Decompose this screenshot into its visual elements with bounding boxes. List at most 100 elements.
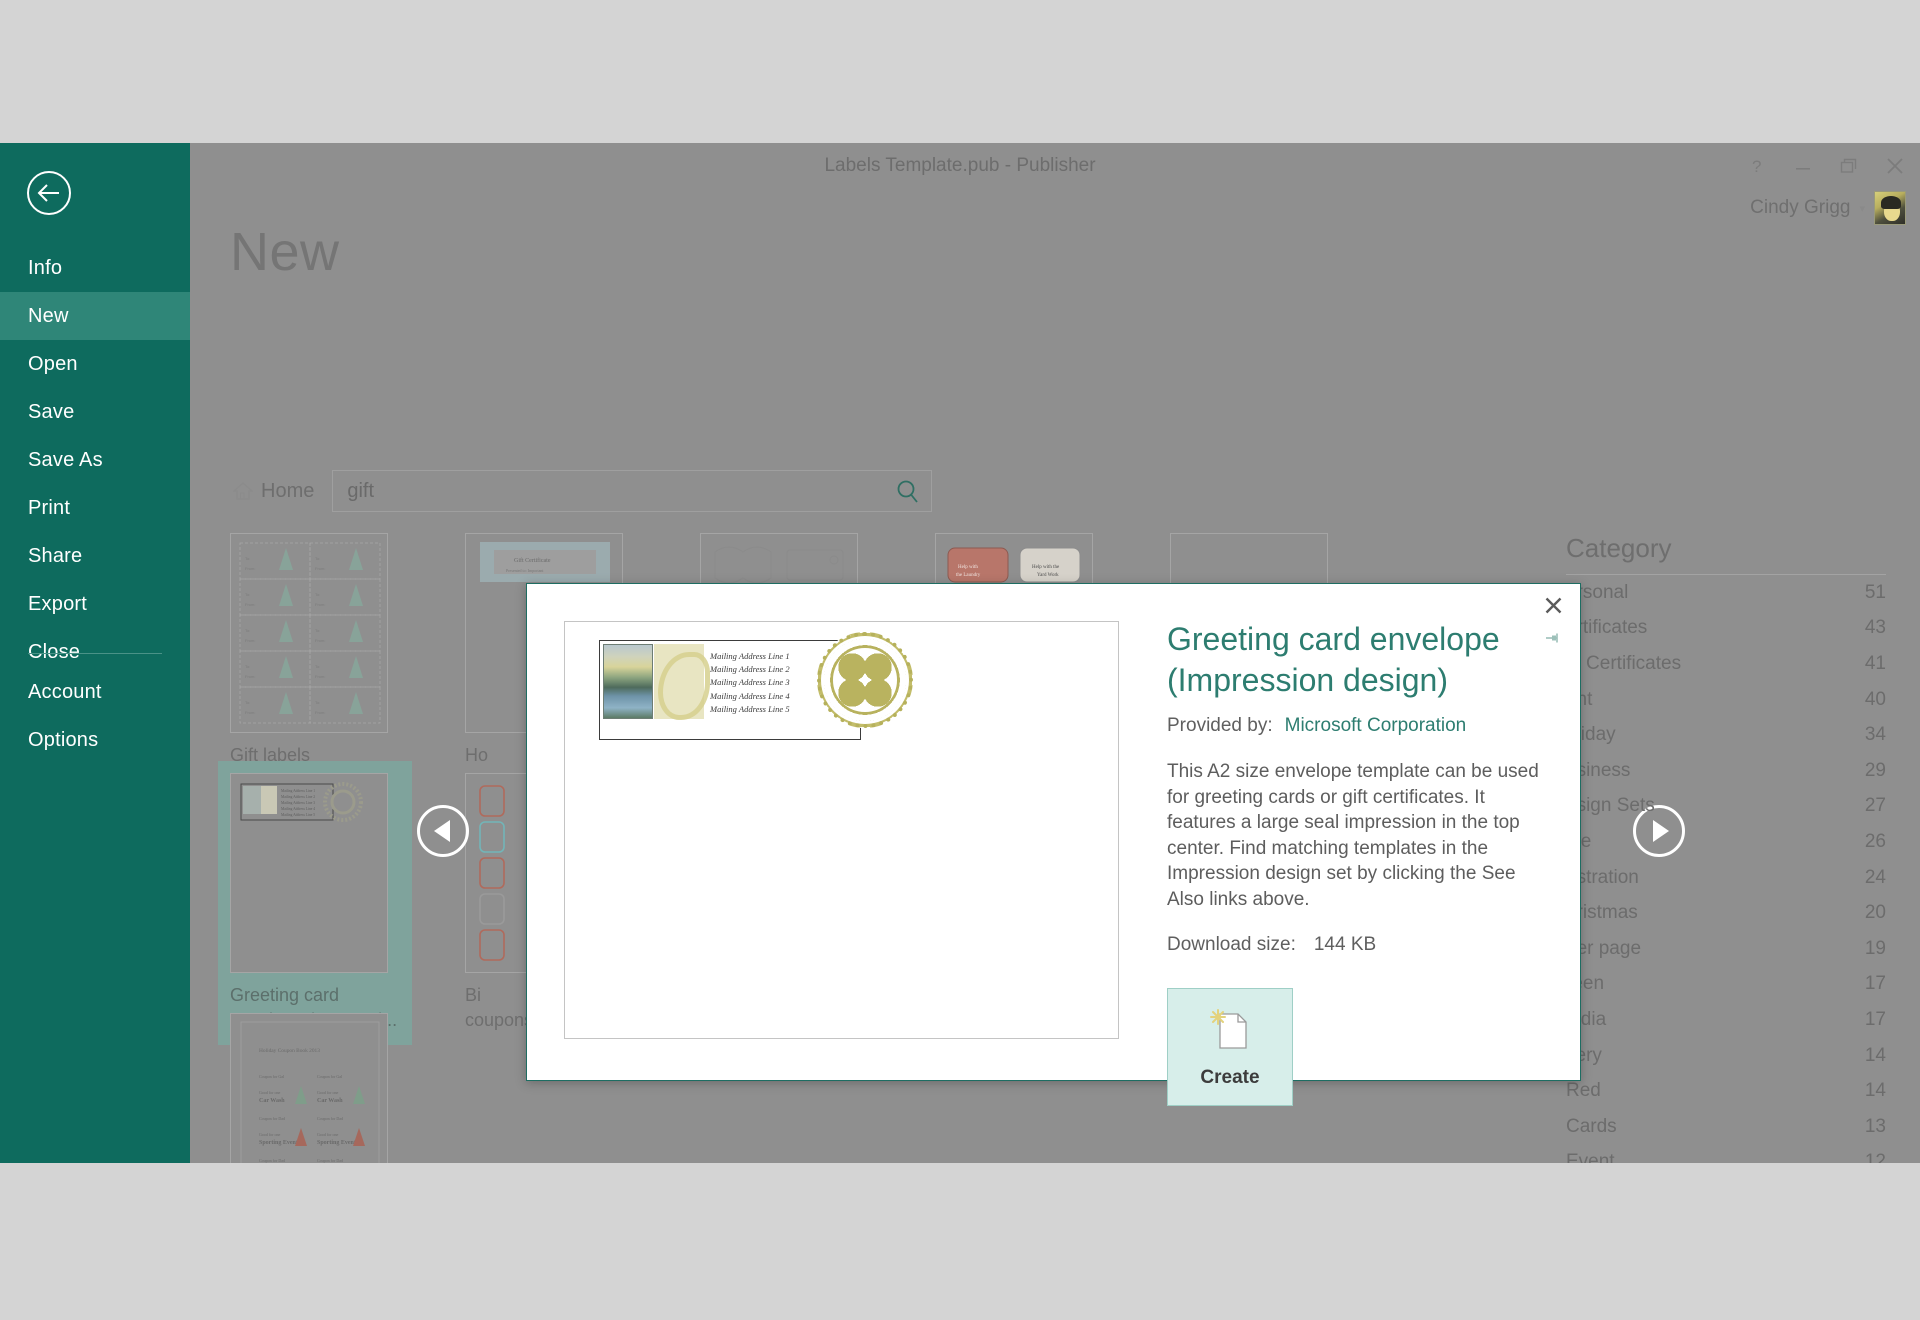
- window-controls: ?: [1746, 153, 1906, 179]
- svg-text:Coupon for Gal: Coupon for Gal: [259, 1074, 285, 1079]
- sidebar-item-account[interactable]: Account: [0, 668, 190, 716]
- page-title: New: [230, 222, 340, 282]
- template-details: Greeting card envelope (Impression desig…: [1167, 619, 1549, 1106]
- svg-text:To:: To:: [315, 664, 320, 669]
- address-line: Mailing Address Line 4: [710, 690, 790, 701]
- sidebar-item-share[interactable]: Share: [0, 532, 190, 580]
- category-count: 41: [1864, 652, 1886, 674]
- template-card[interactable]: To: From: To: From: To: From: To: From: To: F…: [230, 533, 400, 793]
- template-description: This A2 size envelope template can be us…: [1167, 761, 1539, 910]
- search-box: [332, 470, 933, 512]
- category-row[interactable]: very 14: [1566, 1038, 1886, 1074]
- svg-text:To:: To:: [245, 700, 250, 705]
- desktop-backdrop-top: [0, 0, 1920, 143]
- svg-text:From:: From:: [315, 566, 325, 571]
- svg-text:To:: To:: [245, 628, 250, 633]
- avatar[interactable]: [1874, 191, 1906, 225]
- template-card[interactable]: Holiday Coupon Book 2013 Coupon for Gal C…: [230, 1013, 400, 1163]
- svg-text:To:: To:: [245, 556, 250, 561]
- sidebar-item-options[interactable]: Options: [0, 716, 190, 764]
- category-count: 34: [1864, 724, 1886, 746]
- category-count: 13: [1864, 1115, 1886, 1137]
- svg-text:Car Wash: Car Wash: [317, 1098, 343, 1104]
- svg-text:Coupon for Dad: Coupon for Dad: [259, 1116, 285, 1121]
- category-count: 43: [1864, 617, 1886, 639]
- envelope-artwork: Mailing Address Line 1 Mailing Address L…: [599, 632, 929, 762]
- minimize-icon[interactable]: [1792, 153, 1814, 179]
- restore-icon[interactable]: [1838, 153, 1860, 179]
- category-count: 14: [1864, 1044, 1886, 1066]
- account-menu[interactable]: Cindy Grigg ▾: [1750, 191, 1906, 225]
- category-row[interactable]: oliday 34: [1566, 717, 1886, 753]
- template-preview: Mailing Address Line 1 Mailing Address L…: [564, 621, 1119, 1039]
- category-count: 12: [1864, 1151, 1886, 1163]
- provided-by-label: Provided by:: [1167, 715, 1273, 736]
- create-button[interactable]: Create: [1167, 988, 1293, 1106]
- back-arrow-icon[interactable]: [27, 171, 71, 215]
- help-icon[interactable]: ?: [1746, 153, 1768, 179]
- template-card-selected[interactable]: Mailing Address Line 1 Mailing Address L…: [218, 761, 412, 1045]
- home-breadcrumb[interactable]: Home: [232, 479, 315, 503]
- account-name: Cindy Grigg: [1750, 197, 1851, 218]
- svg-text:Mailing Address Line 5: Mailing Address Line 5: [281, 813, 315, 817]
- category-row[interactable]: esign Sets 27: [1566, 789, 1886, 825]
- svg-text:the Laundry: the Laundry: [956, 573, 981, 578]
- svg-text:Holiday Coupon Book 2013: Holiday Coupon Book 2013: [259, 1048, 320, 1054]
- category-row[interactable]: ersonal 51: [1566, 575, 1886, 611]
- sidebar-item-info[interactable]: Info: [0, 244, 190, 292]
- category-row[interactable]: usiness 29: [1566, 753, 1886, 789]
- category-row[interactable]: reen 17: [1566, 967, 1886, 1003]
- search-input[interactable]: [333, 471, 874, 511]
- sidebar-item-print[interactable]: Print: [0, 484, 190, 532]
- svg-text:Sporting Event: Sporting Event: [259, 1140, 298, 1146]
- category-row[interactable]: ertificates 43: [1566, 611, 1886, 647]
- svg-text:To:: To:: [315, 700, 320, 705]
- category-row[interactable]: lue26: [1566, 824, 1886, 860]
- sidebar-item-open[interactable]: Open: [0, 340, 190, 388]
- template-thumbnail: Mailing Address Line 1 Mailing Address L…: [230, 773, 388, 973]
- address-line: Mailing Address Line 3: [710, 677, 790, 688]
- category-count: 27: [1864, 795, 1886, 817]
- window-title: Labels Template.pub - Publisher: [824, 155, 1096, 176]
- provided-by-value[interactable]: Microsoft Corporation: [1285, 715, 1467, 737]
- category-row[interactable]: ustration 24: [1566, 860, 1886, 896]
- address-line: Mailing Address Line 1: [710, 651, 790, 661]
- category-row[interactable]: per page 19: [1566, 931, 1886, 967]
- home-icon: [232, 481, 254, 501]
- category-row[interactable]: Event 12: [1566, 1145, 1886, 1163]
- search-icon[interactable]: [891, 475, 925, 509]
- svg-text:Good for one: Good for one: [259, 1090, 281, 1095]
- home-label: Home: [261, 479, 315, 502]
- sidebar-item-new[interactable]: New: [0, 292, 190, 340]
- category-count: 17: [1864, 1008, 1886, 1030]
- svg-text:Mailing Address Line 3: Mailing Address Line 3: [281, 801, 315, 805]
- close-icon[interactable]: [1884, 153, 1906, 179]
- svg-text:Help with: Help with: [958, 565, 978, 570]
- svg-text:From:: From:: [245, 674, 255, 679]
- category-count: 20: [1864, 902, 1886, 924]
- close-icon[interactable]: [1540, 592, 1566, 618]
- previous-page-icon[interactable]: [417, 805, 469, 857]
- sidebar-item-save-as[interactable]: Save As: [0, 436, 190, 484]
- address-line: Mailing Address Line 2: [710, 664, 790, 675]
- sidebar-item-save[interactable]: Save: [0, 388, 190, 436]
- category-row[interactable]: Red 14: [1566, 1073, 1886, 1109]
- svg-text:Presented to: Important: Presented to: Important: [506, 568, 544, 573]
- category-row[interactable]: rint40: [1566, 682, 1886, 718]
- category-row[interactable]: Cards 13: [1566, 1109, 1886, 1145]
- download-size-label: Download size:: [1167, 934, 1296, 955]
- category-list: ersonal 51 ertificates 43 ift Certificates 41…: [1566, 575, 1886, 1163]
- sidebar-item-export[interactable]: Export: [0, 580, 190, 628]
- svg-text:Coupon for Dad: Coupon for Dad: [259, 1158, 285, 1163]
- category-row[interactable]: ift Certificates 41: [1566, 646, 1886, 682]
- category-row[interactable]: hristmas 20: [1566, 895, 1886, 931]
- svg-text:To:: To:: [315, 592, 320, 597]
- category-count: 51: [1864, 581, 1886, 603]
- create-button-label: Create: [1200, 1066, 1260, 1088]
- svg-text:To:: To:: [245, 592, 250, 597]
- template-thumbnail: Holiday Coupon Book 2013 Coupon for Gal C…: [230, 1013, 388, 1163]
- svg-text:Good for one: Good for one: [317, 1132, 339, 1137]
- category-title: Category: [1566, 533, 1672, 563]
- svg-text:Yard Work: Yard Work: [1037, 573, 1059, 578]
- category-row[interactable]: ledia 17: [1566, 1002, 1886, 1038]
